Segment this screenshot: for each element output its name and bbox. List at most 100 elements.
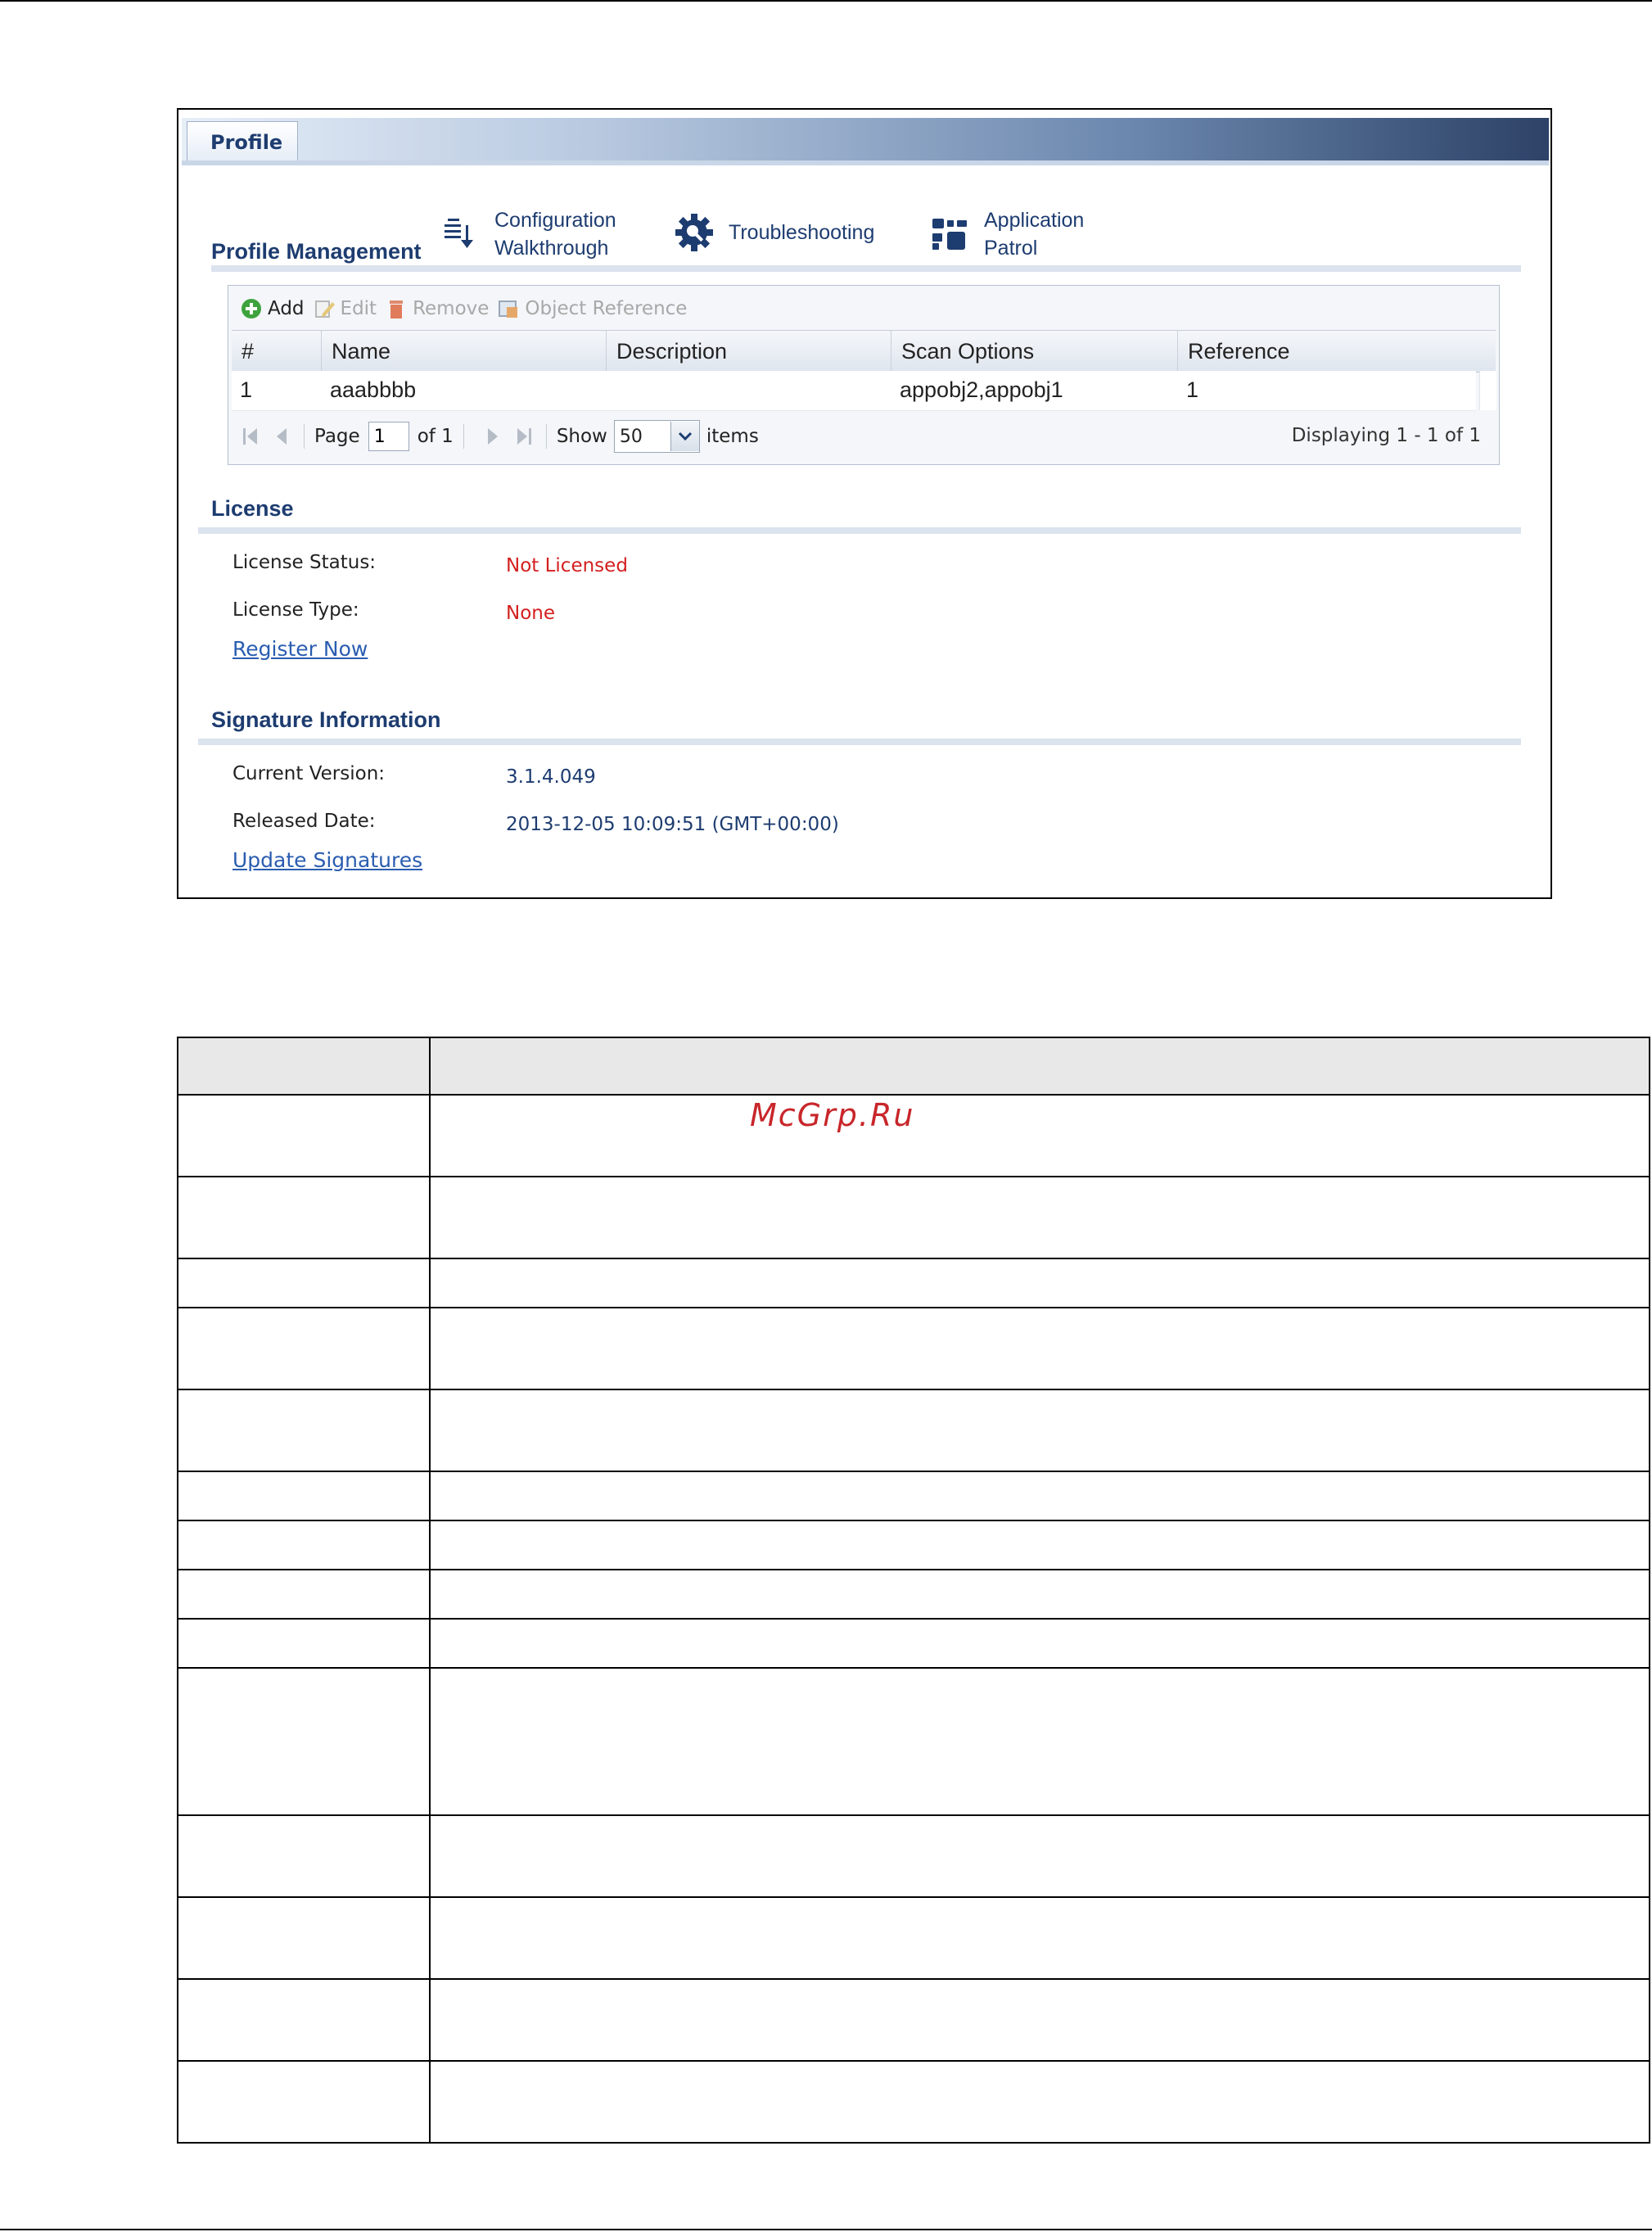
table-cell bbox=[177, 1389, 431, 1472]
next-page-icon[interactable] bbox=[481, 424, 505, 449]
signature-rule bbox=[198, 739, 1521, 745]
link-label-line2: Patrol bbox=[984, 237, 1038, 260]
first-page-icon[interactable] bbox=[238, 424, 263, 449]
table-cell bbox=[429, 1389, 1650, 1472]
previous-page-icon[interactable] bbox=[269, 424, 294, 449]
profile-screen: Profile Profile Management Configuration… bbox=[177, 108, 1552, 899]
table-row bbox=[177, 1389, 1650, 1472]
license-title: License bbox=[211, 496, 294, 521]
grid-header: # Name Description Scan Options Referenc… bbox=[232, 330, 1496, 373]
current-version-value: 3.1.4.049 bbox=[506, 766, 596, 788]
application-patrol-link[interactable]: Application Patrol bbox=[928, 206, 1084, 262]
page-top-rule bbox=[0, 0, 1652, 2]
table-cell bbox=[177, 1258, 431, 1308]
register-now-link[interactable]: Register Now bbox=[232, 637, 368, 661]
pager-separator bbox=[304, 424, 305, 449]
current-version-label: Current Version: bbox=[232, 763, 386, 784]
link-label-line1: Configuration bbox=[494, 209, 616, 232]
cell-description bbox=[607, 371, 891, 410]
column-header-scan-options[interactable]: Scan Options bbox=[891, 331, 1178, 372]
table-row bbox=[177, 1814, 1650, 1898]
link-label-line1: Troubleshooting bbox=[729, 221, 875, 244]
table-cell bbox=[429, 1471, 1650, 1521]
page-size-value: 50 bbox=[619, 426, 643, 447]
license-rule bbox=[198, 527, 1521, 534]
signature-information-title: Signature Information bbox=[211, 707, 441, 732]
license-status-label: License Status: bbox=[232, 552, 377, 573]
license-type-label: License Type: bbox=[232, 599, 359, 621]
remove-button[interactable]: Remove bbox=[385, 297, 489, 320]
cell-scan-options: appobj2,appobj1 bbox=[900, 377, 1063, 402]
table-cell bbox=[429, 1814, 1650, 1898]
object-reference-button[interactable]: Object Reference bbox=[497, 297, 687, 320]
table-row bbox=[177, 1307, 1650, 1390]
last-page-icon[interactable] bbox=[512, 424, 536, 449]
table-cell bbox=[177, 1520, 431, 1570]
table-row bbox=[177, 1258, 1650, 1308]
pager-separator bbox=[463, 424, 464, 449]
page-number-input[interactable] bbox=[368, 422, 409, 451]
column-header-description[interactable]: Description bbox=[607, 331, 891, 372]
add-icon bbox=[240, 297, 263, 320]
table-cell bbox=[177, 1471, 431, 1521]
link-label-line1: Application bbox=[984, 209, 1085, 232]
table-cell bbox=[429, 1978, 1650, 2062]
table-cell bbox=[177, 1814, 431, 1898]
table-cell bbox=[177, 1618, 431, 1669]
show-label: Show bbox=[556, 426, 607, 447]
pager-separator bbox=[545, 424, 547, 449]
table-header-row bbox=[177, 1037, 1650, 1096]
table-row bbox=[177, 1471, 1650, 1521]
license-type-value: None bbox=[506, 603, 556, 624]
pager: Page of 1 Show 50 items Displaying 1 - 1… bbox=[232, 413, 1496, 459]
page-size-select[interactable]: 50 bbox=[613, 420, 700, 453]
walkthrough-icon bbox=[439, 213, 481, 255]
table-cell bbox=[429, 1037, 1650, 1096]
grid-toolbar: Add Edit Remove Object Reference bbox=[240, 294, 687, 323]
edit-icon bbox=[313, 297, 336, 320]
table-cell bbox=[177, 1978, 431, 2062]
table-cell bbox=[429, 1569, 1650, 1620]
update-signatures-link[interactable]: Update Signatures bbox=[232, 848, 422, 872]
profile-management-rule bbox=[211, 265, 1521, 272]
tab-bar: Profile bbox=[182, 118, 1549, 165]
label-description-table bbox=[177, 1037, 1650, 2144]
grid-scrollbar[interactable] bbox=[1479, 371, 1496, 410]
profile-grid: Add Edit Remove Object Reference # Name … bbox=[228, 285, 1500, 465]
table-row bbox=[177, 1618, 1650, 1669]
table-cell bbox=[177, 1176, 431, 1259]
table-cell bbox=[429, 1258, 1650, 1308]
table-row bbox=[177, 1896, 1650, 1980]
profile-management-title: Profile Management bbox=[211, 239, 422, 264]
trash-icon bbox=[385, 297, 408, 320]
column-header-reference[interactable]: Reference bbox=[1178, 331, 1496, 372]
table-cell bbox=[177, 1094, 431, 1177]
released-date-value: 2013-12-05 10:09:51 (GMT+00:00) bbox=[506, 814, 839, 835]
watermark: McGrp.Ru bbox=[750, 1097, 915, 1133]
table-row[interactable]: 1 aaabbbb appobj2,appobj1 1 bbox=[232, 371, 1476, 411]
chevron-down-icon[interactable] bbox=[670, 422, 699, 451]
table-cell bbox=[177, 2060, 431, 2144]
page-bottom-rule bbox=[0, 2229, 1652, 2230]
table-cell bbox=[429, 1520, 1650, 1570]
tab-bar-underline bbox=[182, 160, 1549, 165]
cell-name: aaabbbb bbox=[330, 377, 417, 402]
cell-number: 1 bbox=[240, 377, 253, 402]
cell-reference: 1 bbox=[1186, 377, 1199, 402]
page-of-label: of 1 bbox=[417, 426, 454, 447]
configuration-walkthrough-link[interactable]: Configuration Walkthrough bbox=[439, 206, 616, 262]
table-cell bbox=[429, 1176, 1650, 1259]
add-button[interactable]: Add bbox=[240, 297, 305, 320]
table-cell bbox=[429, 1896, 1650, 1980]
table-cell bbox=[177, 1307, 431, 1390]
table-row bbox=[177, 2060, 1650, 2144]
column-header-number[interactable]: # bbox=[232, 331, 322, 372]
column-header-name[interactable]: Name bbox=[322, 331, 607, 372]
tab-profile[interactable]: Profile bbox=[187, 121, 298, 165]
edit-button[interactable]: Edit bbox=[313, 297, 377, 320]
application-patrol-icon bbox=[928, 213, 971, 255]
table-cell bbox=[177, 1569, 431, 1620]
table-cell bbox=[429, 1307, 1650, 1390]
link-label-line2: Walkthrough bbox=[494, 237, 609, 260]
troubleshooting-link[interactable]: Troubleshooting bbox=[673, 211, 874, 254]
